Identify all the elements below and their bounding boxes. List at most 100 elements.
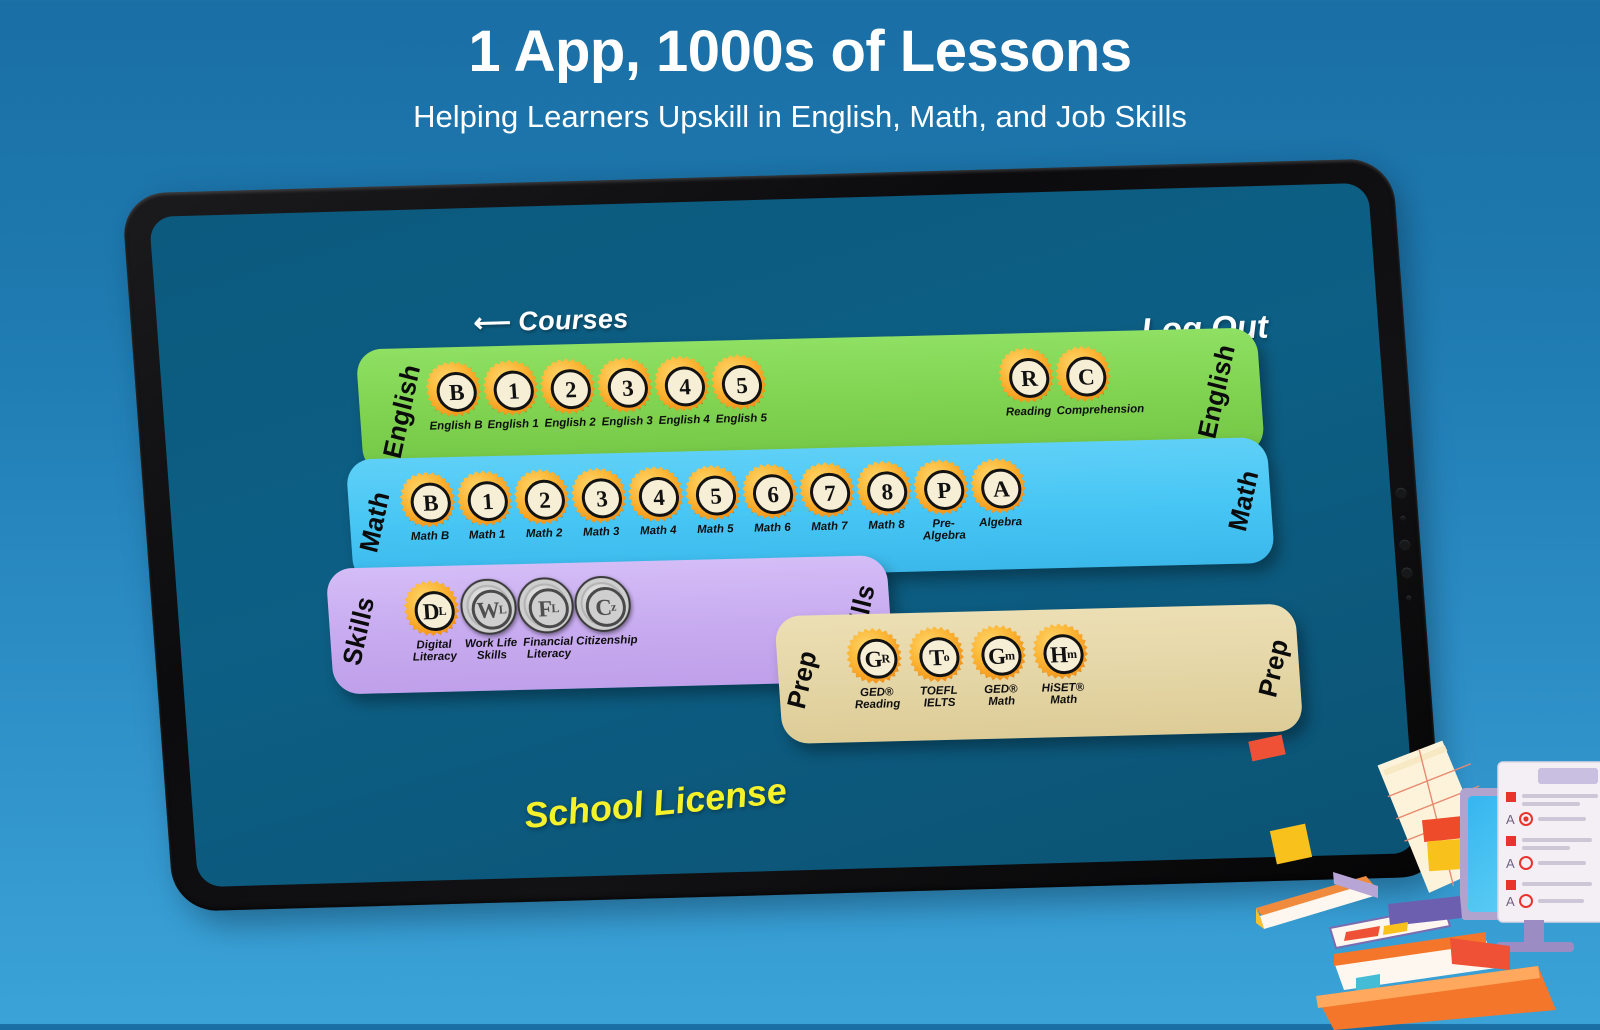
medal-unlocked-icon: 5 [683, 464, 743, 521]
study-desk-illustration: A A A [1248, 734, 1600, 1030]
row-label-english-left: English [376, 361, 427, 462]
course-row-prep: Prep Prep G R GED® Reading To TOEFL IELTS Gm G… [774, 603, 1304, 744]
course-badge-math-4[interactable]: 3 Math 3 [568, 467, 631, 539]
badge-caption: English 4 [658, 413, 711, 427]
medal-unlocked-icon: Gm [968, 624, 1028, 681]
medal-unlocked-icon: DL [402, 580, 462, 637]
course-badge-math-8[interactable]: 7 Math 7 [796, 461, 859, 533]
badge-caption: English 2 [544, 416, 597, 430]
badge-caption: TOEFL IELTS [919, 684, 958, 710]
medal-unlocked-icon: B [398, 471, 458, 528]
course-badge-skills-3[interactable]: F L Financial Literacy [515, 576, 579, 661]
badge-caption: English 3 [601, 415, 654, 429]
page-title: 1 App, 1000s of Lessons [468, 19, 1132, 84]
medal-locked-icon: Cz [572, 575, 633, 633]
badge-caption: Digital Literacy [412, 638, 458, 664]
row-label-math-right: Math [1222, 466, 1265, 535]
sticky-note-red [1248, 734, 1286, 762]
course-badge-prep-2[interactable]: To TOEFL IELTS [905, 626, 969, 710]
medal-unlocked-icon: C [1053, 345, 1113, 402]
back-arrow-icon: ⟵ [472, 306, 513, 338]
badge-caption: English 1 [487, 417, 540, 432]
tablet-screen: ⟵Courses Log Out English English BEnglis… [149, 182, 1417, 888]
sticky-note-red [1421, 815, 1467, 843]
school-license-label: School License [521, 769, 790, 837]
course-badge-skills-2[interactable]: W L Work Life Skills [458, 578, 522, 662]
course-badge-english-1[interactable]: B English B [423, 360, 486, 433]
badge-caption: Math B [410, 530, 450, 543]
badge-caption: Reading [1005, 405, 1052, 419]
course-badge-math-3[interactable]: 2 Math 2 [511, 468, 574, 540]
badge-caption: Math 8 [867, 518, 906, 532]
course-badge-english-3[interactable]: 2 English 2 [537, 358, 600, 430]
speaker-hole [1406, 595, 1412, 601]
speaker-hole [1400, 515, 1406, 521]
medal-unlocked-icon: A [968, 457, 1028, 514]
course-badge-english-2[interactable]: 1 English 1 [480, 359, 543, 431]
medal-unlocked-icon: 4 [652, 355, 712, 412]
medal-unlocked-icon: 2 [512, 468, 572, 525]
badge-caption: Pre-Algebra [922, 517, 967, 543]
course-badge-math-1[interactable]: B Math B [397, 471, 460, 543]
row-label-skills-left: Skills [336, 593, 381, 669]
course-badge-english-8[interactable]: C Comprehension [1052, 345, 1145, 418]
back-to-courses-link[interactable]: ⟵ Courses [473, 303, 630, 338]
svg-text:A: A [1506, 812, 1515, 827]
medal-unlocked-icon: To [906, 626, 966, 683]
course-badge-english-5[interactable]: 4 English 4 [651, 355, 714, 427]
badge-caption: Math 7 [810, 520, 849, 534]
course-badge-math-6[interactable]: 5 Math 5 [682, 464, 745, 536]
medal-unlocked-icon: Hm [1030, 623, 1090, 680]
badge-caption: English B [429, 419, 484, 433]
medal-locked-icon: FL [515, 576, 576, 634]
svg-text:A: A [1506, 856, 1515, 871]
course-badge-math-7[interactable]: 6 Math 6 [739, 463, 802, 535]
badge-caption: Financial Literacy [522, 635, 574, 661]
medal-unlocked-icon: 3 [569, 467, 629, 524]
medal-unlocked-icon: 1 [455, 470, 515, 527]
course-badge-english-4[interactable]: 3 English 3 [594, 356, 657, 428]
medal-locked-icon: WL [458, 578, 519, 636]
badge-caption: Math 4 [639, 524, 677, 538]
badge-caption: Algebra [978, 516, 1023, 530]
row-label-english-right: English [1191, 341, 1241, 442]
badge-caption: HiSET® Math [1041, 681, 1085, 707]
badge-caption: Math 1 [468, 528, 506, 542]
speaker-hole [1395, 487, 1408, 499]
monitor-quiz-screen: A A A [1460, 761, 1600, 952]
medal-unlocked-icon: P [911, 458, 971, 515]
badge-caption: Comprehension [1056, 403, 1145, 418]
badge-caption: Math 3 [582, 525, 620, 539]
course-badge-skills-1[interactable]: D L Digital Literacy [401, 580, 465, 664]
medal-unlocked-icon: GR [844, 627, 904, 684]
medal-unlocked-icon: 8 [854, 460, 914, 517]
badge-caption: Math 5 [696, 523, 735, 536]
course-badge-skills-4[interactable]: Cz Citizenship [572, 575, 639, 648]
row-label-prep-right: Prep [1252, 635, 1294, 701]
badge-caption: GED® Math [983, 683, 1018, 709]
course-badge-prep-3[interactable]: Gm GED® Math [967, 624, 1031, 708]
row-label-math-left: Math [353, 488, 396, 556]
course-badge-math-10[interactable]: P Pre-Algebra [910, 458, 974, 543]
medal-unlocked-icon: 5 [709, 353, 769, 410]
course-badge-math-11[interactable]: A Algebra [967, 457, 1030, 529]
medal-unlocked-icon: B [424, 360, 484, 417]
course-badge-prep-4[interactable]: Hm HiSET® Math [1029, 623, 1093, 707]
sticky-note-yellow [1269, 823, 1313, 865]
medal-unlocked-icon: 3 [595, 356, 655, 413]
medal-unlocked-icon: 1 [481, 359, 541, 416]
badge-list-skills: D L Digital Literacy W L Work Life Skills F L Fi… [326, 575, 638, 709]
medal-unlocked-icon: R [996, 346, 1056, 403]
hero-header: 1 App, 1000s of Lessons Helping Learners… [0, 0, 1600, 135]
course-badge-math-5[interactable]: 4 Math 4 [625, 465, 688, 537]
course-badge-english-6[interactable]: 5 English 5 [708, 353, 771, 426]
badge-caption: Citizenship [575, 634, 639, 648]
medal-unlocked-icon: 2 [538, 358, 598, 415]
course-badge-english-7[interactable]: R Reading [995, 346, 1058, 419]
page-subtitle: Helping Learners Upskill in English, Mat… [413, 99, 1187, 134]
speaker-hole [1401, 567, 1413, 579]
course-badge-math-2[interactable]: 1 Math 1 [454, 470, 517, 542]
course-badge-math-9[interactable]: 8 Math 8 [853, 460, 916, 532]
course-badge-prep-1[interactable]: G R GED® Reading [843, 627, 907, 711]
badge-caption: Work Life Skills [464, 637, 518, 663]
